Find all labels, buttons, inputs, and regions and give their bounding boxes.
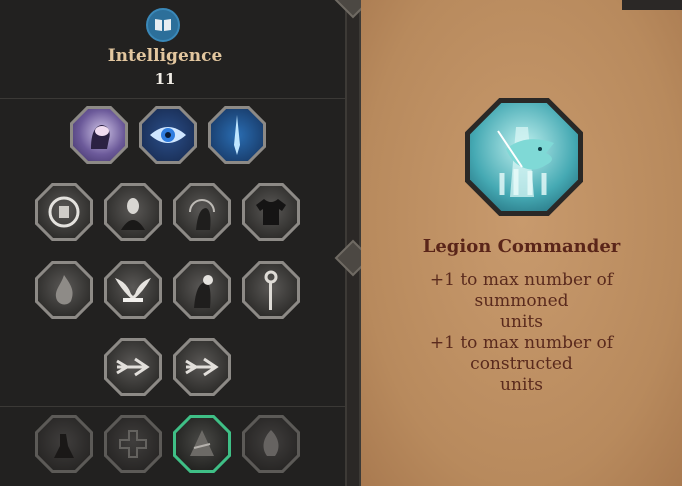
attribute-value: 11 (154, 70, 176, 88)
perk-cross[interactable] (104, 415, 162, 473)
perk-staff[interactable] (242, 261, 300, 319)
perk-legion-selected[interactable] (173, 415, 231, 473)
legion-icon (190, 430, 214, 456)
description-line: +1 to max number of summoned (429, 270, 614, 311)
perk-masked-figure[interactable] (104, 183, 162, 241)
swirl-head-icon (189, 199, 215, 230)
perk-arrow-1[interactable] (104, 338, 162, 396)
perk-wings-book[interactable] (104, 261, 162, 319)
cross-icon (119, 430, 147, 458)
brain-icon (91, 125, 110, 149)
masked-figure-icon (121, 198, 145, 230)
perk-arrow-2[interactable] (173, 338, 231, 396)
description-line: units (500, 375, 543, 395)
perk-head-orb[interactable] (173, 261, 231, 319)
spirit-circle-icon (48, 196, 80, 228)
attribute-panel: Intelligence 11 (0, 0, 345, 486)
perk-shirt[interactable] (242, 183, 300, 241)
book-icon (146, 8, 180, 42)
perk-brain[interactable] (70, 106, 128, 164)
perk-detail-panel: Legion Commander +1 to max number of sum… (361, 0, 682, 486)
attribute-name: Intelligence (107, 46, 223, 66)
perk-blade[interactable] (208, 106, 266, 164)
perk-swirl-head[interactable] (173, 183, 231, 241)
blade-icon (234, 115, 240, 155)
perk-description: +1 to max number of summoned units +1 to… (381, 270, 662, 396)
description-line: +1 to max number of constructed (429, 333, 614, 374)
arrow-right-icon (116, 357, 150, 377)
perk-flame[interactable] (35, 261, 93, 319)
perk-eye[interactable] (139, 106, 197, 164)
divider (0, 98, 345, 99)
flame-pillar-icon (263, 430, 279, 456)
staff-icon (264, 270, 278, 310)
description-line: units (500, 312, 543, 332)
perk-warrior[interactable] (35, 415, 93, 473)
perk-detail-icon (465, 98, 583, 216)
panel-corner (622, 0, 682, 10)
eye-icon (150, 127, 186, 143)
perk-title: Legion Commander (422, 236, 621, 257)
arrow-right-icon (185, 357, 219, 377)
perk-spirit-circle[interactable] (35, 183, 93, 241)
shirt-icon (256, 199, 286, 225)
warrior-icon (54, 434, 74, 458)
perk-flame-pillar[interactable] (242, 415, 300, 473)
wings-book-icon (115, 278, 151, 302)
wolf-spirit-icon (497, 127, 554, 197)
divider (0, 406, 345, 407)
head-orb-icon (194, 275, 213, 308)
flame-icon (55, 275, 73, 305)
